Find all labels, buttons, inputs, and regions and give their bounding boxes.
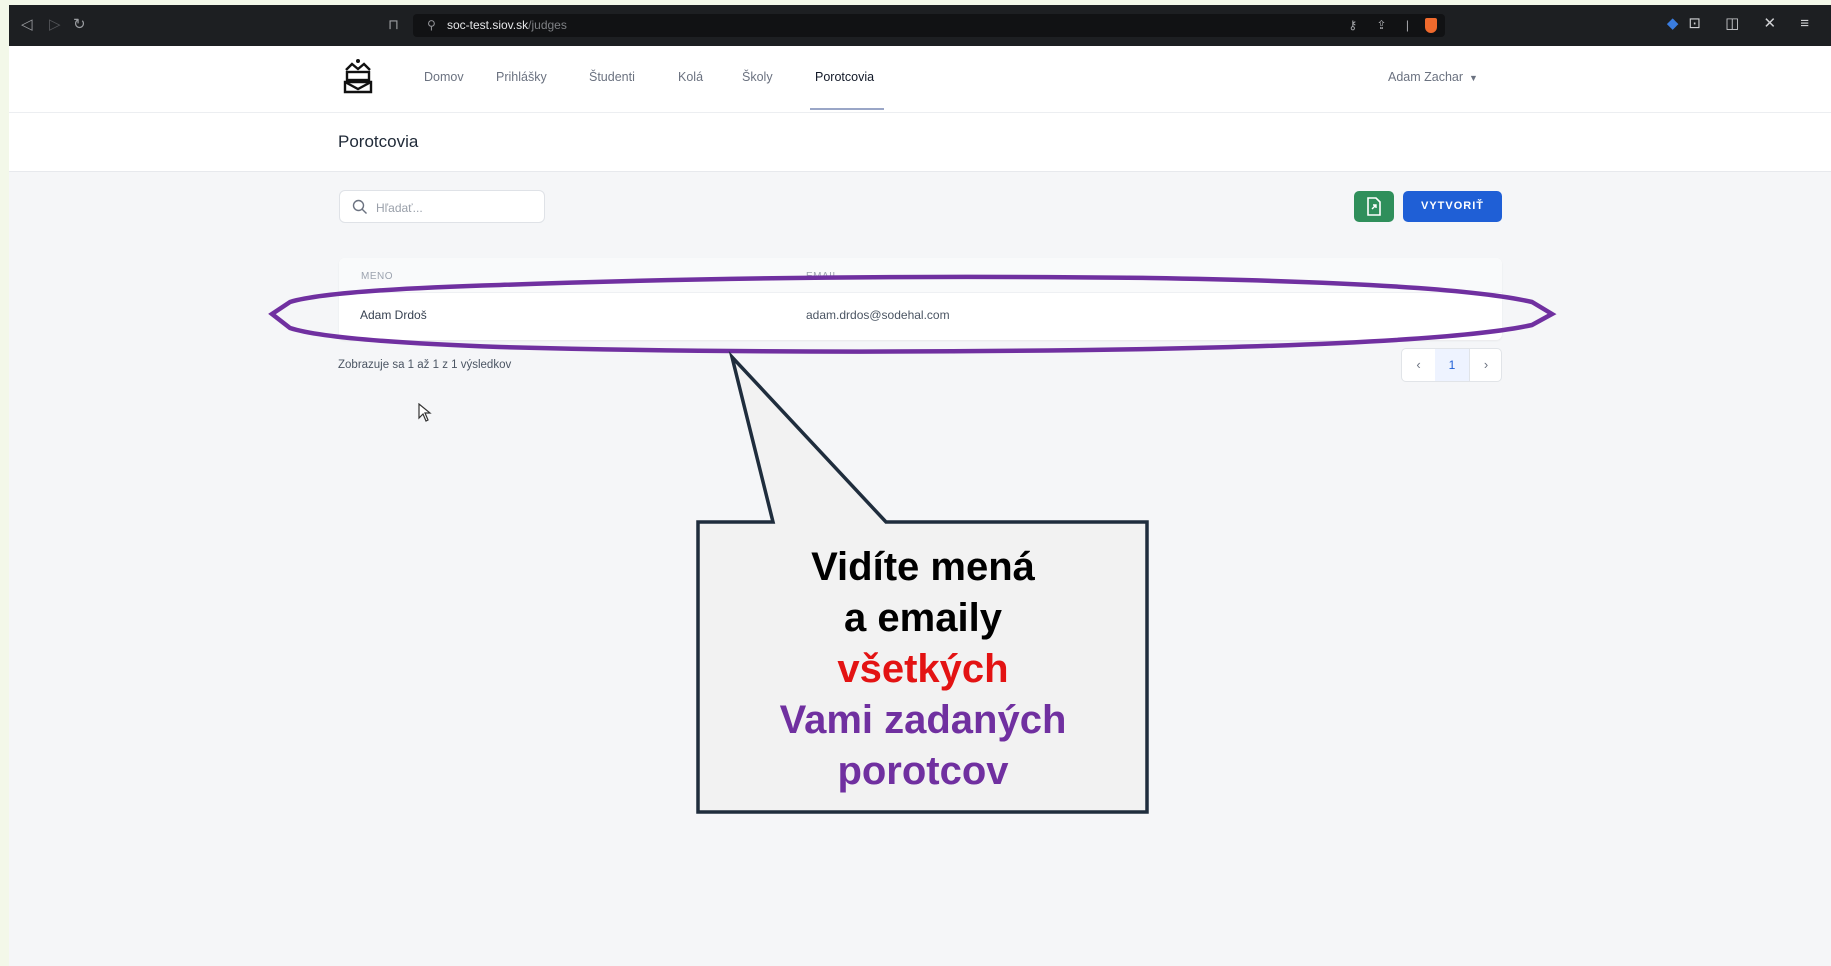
nav-studenti[interactable]: Študenti — [589, 70, 635, 84]
reload-icon[interactable]: ↻ — [73, 15, 86, 33]
create-button[interactable]: VYTVORIŤ — [1403, 191, 1502, 222]
screenshot-frame: ◁ ▷ ↻ ⊓ ⚲ soc-test.siov.sk/judges ⚷ ⇪ | … — [9, 5, 1831, 966]
pagination-next-button[interactable]: › — [1469, 349, 1502, 381]
top-navigation: Domov Prihlášky Študenti Kolá Školy Poro… — [9, 46, 1831, 113]
search-box[interactable] — [339, 190, 545, 223]
forward-icon[interactable]: ▷ — [49, 15, 61, 33]
judges-table: MENO EMAIL Adam Drdoš adam.drdos@sodehal… — [339, 258, 1502, 340]
callout-line-5: porotcov — [837, 749, 1009, 793]
user-menu[interactable]: Adam Zachar ▼ — [1388, 70, 1478, 84]
page-header: Porotcovia — [9, 113, 1831, 172]
url-text: soc-test.siov.sk/judges — [447, 18, 567, 32]
pagination-prev-button[interactable]: ‹ — [1402, 349, 1436, 381]
nav-domov[interactable]: Domov — [424, 70, 464, 84]
active-tab-indicator — [810, 108, 884, 110]
export-button[interactable] — [1354, 191, 1394, 222]
mouse-cursor-icon — [418, 403, 432, 422]
site-settings-icon[interactable]: ⚲ — [427, 14, 436, 37]
pagination-page-button[interactable]: 1 — [1435, 349, 1469, 381]
search-input[interactable] — [374, 197, 538, 219]
address-bar[interactable]: ⚲ soc-test.siov.sk/judges ⚷ ⇪ | — [413, 14, 1445, 37]
browser-toolbar: ◁ ▷ ↻ ⊓ ⚲ soc-test.siov.sk/judges ⚷ ⇪ | … — [9, 5, 1831, 46]
table-header: MENO EMAIL — [339, 258, 1502, 292]
page-title: Porotcovia — [338, 132, 419, 151]
back-icon[interactable]: ◁ — [21, 15, 33, 33]
nav-kola[interactable]: Kolá — [678, 70, 703, 84]
logo-icon[interactable] — [338, 56, 378, 96]
callout-text: Vidíte mená a emaily všetkých Vami zadan… — [697, 542, 1149, 797]
nav-prihlasky[interactable]: Prihlášky — [496, 70, 547, 84]
password-key-icon[interactable]: ⚷ ⇪ | — [1348, 14, 1417, 37]
app-content: Domov Prihlášky Študenti Kolá Školy Poro… — [9, 46, 1831, 966]
chevron-down-icon: ▼ — [1469, 73, 1478, 83]
user-name: Adam Zachar — [1388, 70, 1464, 84]
nav-skoly[interactable]: Školy — [742, 70, 773, 84]
table-row[interactable]: Adam Drdoš adam.drdos@sodehal.com — [339, 292, 1502, 341]
extensions-icons[interactable]: ◆⊡ ◫ ✕ ≡ — [1667, 14, 1819, 32]
callout-line-2: a emaily — [844, 596, 1002, 640]
column-header-email[interactable]: EMAIL — [806, 271, 839, 282]
results-summary: Zobrazuje sa 1 až 1 z 1 výsledkov — [338, 359, 512, 371]
nav-porotcovia[interactable]: Porotcovia — [815, 70, 874, 84]
pagination: ‹ 1 › — [1401, 348, 1502, 382]
callout-line-4: Vami zadaných — [779, 698, 1067, 742]
callout-line-3: všetkých — [837, 647, 1009, 691]
cell-name: Adam Drdoš — [360, 308, 427, 322]
column-header-name[interactable]: MENO — [361, 271, 393, 282]
brave-shield-icon[interactable] — [1425, 18, 1437, 33]
search-icon — [352, 199, 367, 214]
cell-email: adam.drdos@sodehal.com — [806, 308, 950, 322]
callout-line-1: Vidíte mená — [811, 545, 1035, 589]
bookmark-icon[interactable]: ⊓ — [388, 16, 399, 33]
file-export-icon — [1367, 197, 1381, 216]
